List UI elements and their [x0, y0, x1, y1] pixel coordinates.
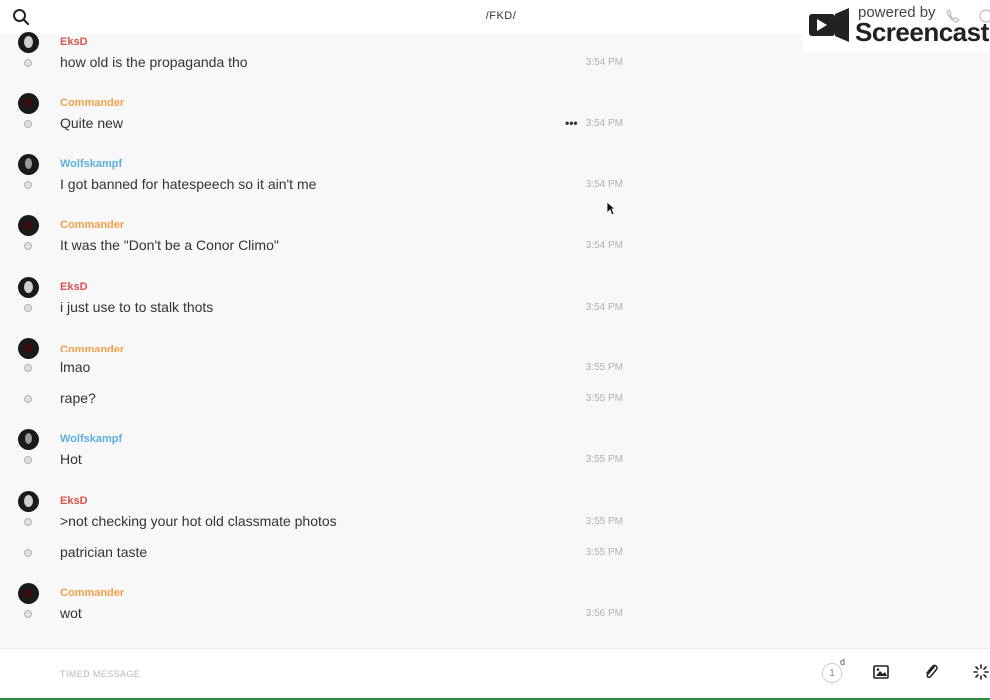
message-row[interactable]: how old is the propaganda tho 3:54 PM	[0, 52, 640, 74]
message-time: 3:54 PM	[585, 118, 623, 129]
message-time: 3:54 PM	[585, 57, 623, 68]
avatar[interactable]	[18, 93, 39, 114]
screencastify-logo-icon	[807, 6, 851, 49]
read-status-icon	[24, 120, 32, 128]
message-list[interactable]: EksD how old is the propaganda tho 3:54 …	[0, 32, 640, 648]
message-text: I got banned for hatespeech so it ain't …	[60, 176, 317, 192]
message-text: i just use to to stalk thots	[60, 299, 214, 315]
username[interactable]: Wolfskampf	[60, 433, 122, 445]
avatar[interactable]	[18, 277, 39, 298]
message-text: It was the "Don't be a Conor Climo"	[60, 237, 279, 253]
info-icon[interactable]	[979, 9, 990, 23]
avatar[interactable]	[18, 215, 39, 236]
message-time: 3:55 PM	[585, 516, 623, 527]
message-text: patrician taste	[60, 544, 148, 560]
read-status-icon	[24, 242, 32, 250]
message-row[interactable]: Quite new ••• 3:54 PM	[0, 113, 640, 135]
message-row[interactable]: I got banned for hatespeech so it ain't …	[0, 174, 640, 196]
read-status-icon	[24, 304, 32, 312]
username[interactable]: Commander	[60, 344, 124, 352]
message-time: 3:55 PM	[585, 362, 623, 373]
message-text: lmao	[60, 359, 91, 375]
message-row[interactable]: rape? 3:55 PM	[0, 388, 640, 410]
watermark-brand: Screencastify	[855, 17, 990, 47]
message-row[interactable]: lmao 3:55 PM	[0, 357, 640, 379]
mouse-cursor-icon	[606, 201, 616, 216]
message-text: Hot	[60, 451, 82, 467]
message-row[interactable]: i just use to to stalk thots 3:54 PM	[0, 297, 640, 319]
composer-bar: 1 d	[0, 648, 990, 698]
message-time: 3:55 PM	[585, 547, 623, 558]
read-status-icon	[24, 364, 32, 372]
message-row[interactable]: It was the "Don't be a Conor Climo" 3:54…	[0, 235, 640, 257]
message-time: 3:55 PM	[585, 393, 623, 404]
message-row[interactable]: wot 3:56 PM	[0, 603, 640, 625]
message-time: 3:56 PM	[585, 608, 623, 619]
avatar[interactable]	[18, 338, 39, 359]
timer-value: 1	[822, 663, 842, 683]
message-time: 3:54 PM	[585, 302, 623, 313]
read-status-icon	[24, 456, 32, 464]
message-timer-button[interactable]: 1 d	[822, 657, 845, 685]
message-input[interactable]	[60, 663, 660, 685]
avatar[interactable]	[18, 491, 39, 512]
read-status-icon	[24, 549, 32, 557]
message-text: rape?	[60, 390, 96, 406]
message-text: Quite new	[60, 115, 124, 131]
avatar[interactable]	[18, 32, 39, 53]
message-row[interactable]: >not checking your hot old classmate pho…	[0, 511, 640, 533]
phone-icon[interactable]	[946, 9, 960, 23]
read-status-icon	[24, 518, 32, 526]
loading-spinner-icon[interactable]	[972, 663, 990, 685]
avatar[interactable]	[18, 154, 39, 175]
message-row[interactable]: patrician taste 3:55 PM	[0, 542, 640, 564]
paperclip-icon[interactable]	[922, 663, 944, 685]
message-time: 3:55 PM	[585, 454, 623, 465]
username[interactable]: Commander	[60, 219, 124, 231]
screencastify-watermark: powered by Screencastify	[803, 0, 990, 52]
username[interactable]: Commander	[60, 97, 124, 109]
message-row[interactable]: Hot 3:55 PM	[0, 449, 640, 471]
read-status-icon	[24, 610, 32, 618]
message-time: 3:54 PM	[585, 240, 623, 251]
read-status-icon	[24, 395, 32, 403]
username[interactable]: EksD	[60, 36, 88, 48]
username[interactable]: Commander	[60, 587, 124, 599]
read-status-icon	[24, 181, 32, 189]
message-text: >not checking your hot old classmate pho…	[60, 513, 337, 529]
avatar[interactable]	[18, 429, 39, 450]
username[interactable]: EksD	[60, 281, 88, 293]
message-text: wot	[60, 605, 82, 621]
message-text: how old is the propaganda tho	[60, 54, 248, 70]
read-status-icon	[24, 59, 32, 67]
username[interactable]: Wolfskampf	[60, 158, 122, 170]
more-options-icon[interactable]: •••	[565, 116, 578, 130]
timer-unit: d	[840, 657, 846, 667]
avatar[interactable]	[18, 583, 39, 604]
username[interactable]: EksD	[60, 495, 88, 507]
message-time: 3:54 PM	[585, 179, 623, 190]
image-icon[interactable]	[872, 663, 894, 685]
